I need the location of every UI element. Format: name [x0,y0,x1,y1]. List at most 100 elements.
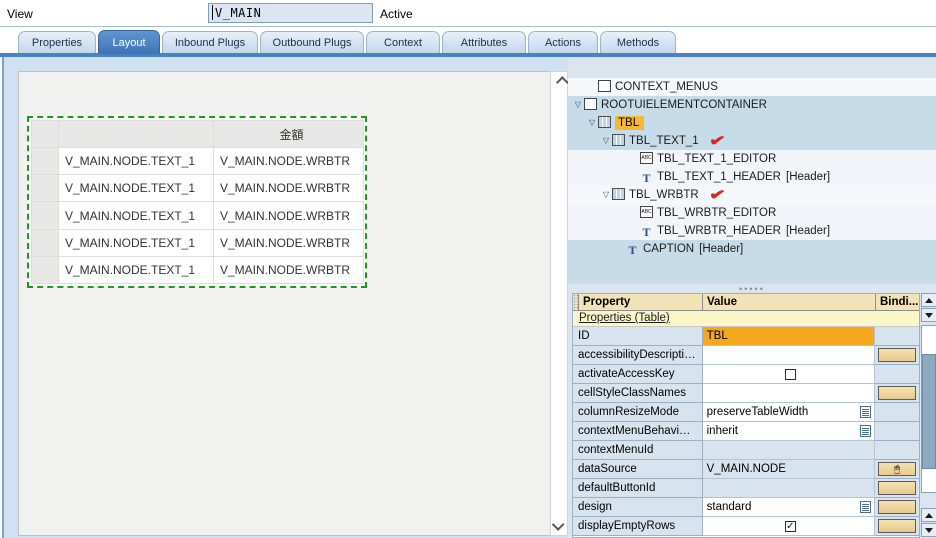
dropdown-list-icon[interactable] [860,501,872,513]
tree-expand-toggle-icon[interactable]: ▽ [572,96,584,114]
property-row[interactable]: activateAccessKey [573,365,919,384]
splitter-grip-icon: ••••• [739,283,765,294]
binding-button[interactable] [878,500,917,514]
property-row[interactable]: displayEmptyRows ✓ [573,517,919,536]
property-row[interactable]: defaultButtonId [573,479,919,498]
tree-node-tbl[interactable]: ▽ TBL [568,114,936,132]
column-header-value[interactable]: Value [703,294,876,310]
property-value-cell[interactable] [702,479,876,498]
tree-node-tbl_text_1[interactable]: ▽ TBL_TEXT_1 ✔ [568,132,936,150]
text-t-icon: T [628,243,637,257]
table-preview-cell[interactable]: V_MAIN.NODE.WRBTR [213,174,364,203]
props-scroll-up-button[interactable] [921,293,936,307]
props-scroll-up-button-2[interactable] [921,508,936,522]
table-preview-row[interactable]: V_MAIN.NODE.TEXT_1 V_MAIN.NODE.WRBTR [31,201,364,230]
dropdown-list-icon[interactable] [860,406,872,418]
binding-link-icon[interactable]: 🖱 [878,462,917,476]
property-name-cell: design [573,498,703,517]
table-preview-row[interactable]: V_MAIN.NODE.TEXT_1 V_MAIN.NODE.WRBTR [31,174,364,203]
property-value-cell[interactable]: standard [702,498,876,517]
table-preview-cell[interactable]: V_MAIN.NODE.TEXT_1 [58,201,214,230]
property-value-cell[interactable]: preserveTableWidth [702,403,876,422]
tree-node-label: TBL_TEXT_1_HEADER [657,171,781,183]
tab-methods[interactable]: Methods [600,31,676,53]
binding-button[interactable] [878,386,917,400]
property-value-cell[interactable] [702,346,876,365]
props-scroll-down-button-2[interactable] [921,523,936,537]
tree-expand-toggle-icon[interactable]: ▽ [600,132,612,150]
table-preview-cell[interactable]: V_MAIN.NODE.WRBTR [213,147,364,176]
tab-actions[interactable]: Actions [528,31,598,53]
table-preview-cell[interactable]: V_MAIN.NODE.WRBTR [213,201,364,230]
property-row[interactable]: contextMenuId [573,441,919,460]
table-icon [612,134,625,146]
tab-attributes[interactable]: Attributes [442,31,526,53]
binding-button[interactable] [878,519,917,533]
table-preview-cell[interactable]: V_MAIN.NODE.TEXT_1 [58,255,214,285]
table-preview-row[interactable]: V_MAIN.NODE.TEXT_1 V_MAIN.NODE.WRBTR [31,147,364,176]
tree-expand-toggle-icon[interactable]: ▽ [600,186,612,204]
property-row[interactable]: design standard [573,498,919,517]
tree-node-tbl_text_1_header[interactable]: T TBL_TEXT_1_HEADER [Header] [568,168,936,186]
table-preview-cell[interactable]: V_MAIN.NODE.TEXT_1 [58,147,214,176]
tree-node-tbl_wrbtr_editor[interactable]: ABC TBL_WRBTR_EDITOR [568,204,936,222]
property-row[interactable]: accessibilityDescripti… [573,346,919,365]
table-preview-row-gutter [31,147,59,176]
dropdown-list-icon[interactable] [860,425,872,437]
view-name-input[interactable]: V_MAIN [208,3,373,23]
table-preview-cell[interactable]: V_MAIN.NODE.TEXT_1 [58,174,214,203]
column-header-binding[interactable]: Bindi... [876,294,918,310]
tab-context[interactable]: Context [366,31,440,53]
props-scroll-track[interactable] [921,325,936,493]
property-value-cell[interactable]: inherit [702,422,876,441]
props-scroll-down-button[interactable] [921,308,936,322]
table-preview-column-header[interactable] [58,119,214,149]
property-value-cell[interactable] [702,384,876,403]
tree-node-context_menus[interactable]: CONTEXT_MENUS [568,78,936,96]
table-preview-header-row: 金額 [31,119,364,149]
table-preview-row[interactable]: V_MAIN.NODE.TEXT_1 V_MAIN.NODE.WRBTR [31,228,364,257]
property-row[interactable]: columnResizeMode preserveTableWidth [573,403,919,422]
table-preview-column-header[interactable]: 金額 [213,119,364,149]
tree-node-rootuielementcontainer[interactable]: ▽ ROOTUIELEMENTCONTAINER [568,96,936,114]
props-scroll-thumb[interactable] [922,354,936,469]
property-value-cell[interactable] [702,441,876,460]
tree-node-caption[interactable]: T CAPTION [Header] [568,240,936,258]
tree-node-tbl_wrbtr[interactable]: ▽ TBL_WRBTR ✔ [568,186,936,204]
property-row[interactable]: ID TBL [573,327,919,346]
table-preview-row[interactable]: V_MAIN.NODE.TEXT_1 V_MAIN.NODE.WRBTR [31,255,364,285]
tree-node-tbl_wrbtr_header[interactable]: T TBL_WRBTR_HEADER [Header] [568,222,936,240]
property-checkbox[interactable] [784,368,796,380]
table-preview-cell[interactable]: V_MAIN.NODE.WRBTR [213,228,364,257]
pane-splitter[interactable]: ••••• [568,284,936,293]
property-checkbox[interactable]: ✓ [784,520,796,532]
table-preview-selection[interactable]: 金額 V_MAIN.NODE.TEXT_1 V_MAIN.NODE.WRBTR V_M… [27,116,367,288]
binding-button[interactable] [878,348,917,362]
tree-expand-toggle-icon[interactable]: ▽ [586,114,598,132]
tab-outbound-plugs[interactable]: Outbound Plugs [260,31,364,53]
tree-bottom-band [568,266,936,284]
tab-inbound-plugs[interactable]: Inbound Plugs [162,31,258,53]
scroll-up-icon[interactable] [551,74,569,91]
tab-layout[interactable]: Layout [98,30,160,54]
property-row[interactable]: cellStyleClassNames [573,384,919,403]
table-preview-cell[interactable]: V_MAIN.NODE.TEXT_1 [58,228,214,257]
property-value-cell[interactable]: V_MAIN.NODE [702,460,876,479]
property-value-cell[interactable]: TBL [702,327,876,346]
table-preview-row-gutter [31,255,59,285]
tree-node-tbl_text_1_editor[interactable]: ABC TBL_TEXT_1_EDITOR [568,150,936,168]
property-row[interactable]: dataSource V_MAIN.NODE 🖱 [573,460,919,479]
table-preview-cell[interactable]: V_MAIN.NODE.WRBTR [213,255,364,285]
property-binding-cell [875,441,919,460]
property-row[interactable]: contextMenuBehavi… inherit [573,422,919,441]
properties-section-header[interactable]: Properties (Table) [573,311,919,327]
canvas-vertical-scrollbar[interactable] [550,71,569,536]
property-value-cell[interactable] [702,365,876,384]
property-value-cell[interactable]: ✓ [702,517,876,536]
layout-canvas-surface[interactable]: 金額 V_MAIN.NODE.TEXT_1 V_MAIN.NODE.WRBTR V_M… [18,71,566,536]
column-header-property[interactable]: Property [579,294,703,310]
tab-properties[interactable]: Properties [18,31,96,53]
scroll-down-icon[interactable] [551,516,567,533]
properties-vertical-scrollbar[interactable] [921,293,936,538]
binding-button[interactable] [878,481,917,495]
